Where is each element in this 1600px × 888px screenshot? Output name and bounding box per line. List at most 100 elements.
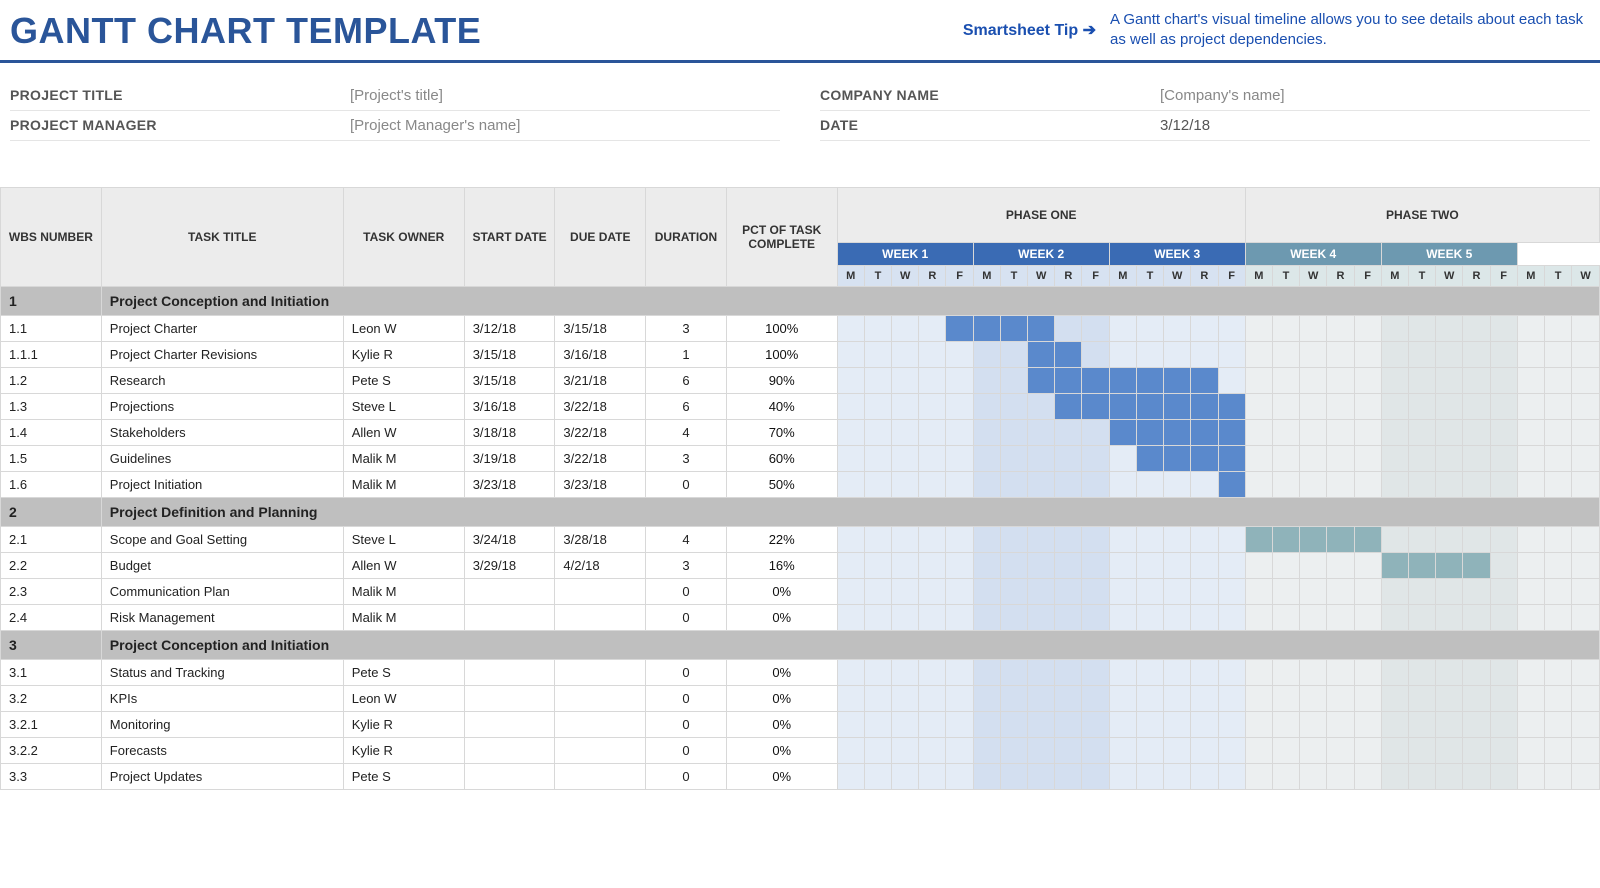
cell-owner[interactable]: Steve L: [343, 394, 464, 420]
cell-due[interactable]: [555, 686, 646, 712]
gantt-cell[interactable]: [1517, 527, 1544, 553]
gantt-cell[interactable]: [1082, 316, 1109, 342]
gantt-cell[interactable]: [892, 394, 919, 420]
gantt-cell[interactable]: [1436, 738, 1463, 764]
company-name-value[interactable]: [Company's name]: [1160, 87, 1285, 104]
project-title-value[interactable]: [Project's title]: [350, 87, 443, 104]
gantt-cell[interactable]: [1436, 316, 1463, 342]
gantt-cell[interactable]: [1109, 368, 1136, 394]
gantt-cell[interactable]: [864, 712, 891, 738]
gantt-cell[interactable]: [1218, 660, 1245, 686]
gantt-cell[interactable]: [1272, 686, 1299, 712]
gantt-cell[interactable]: [1544, 712, 1571, 738]
gantt-cell[interactable]: [1191, 394, 1218, 420]
gantt-cell[interactable]: [1245, 738, 1272, 764]
gantt-cell[interactable]: [919, 446, 946, 472]
gantt-cell[interactable]: [946, 605, 973, 631]
gantt-cell[interactable]: [1572, 712, 1600, 738]
gantt-cell[interactable]: [892, 660, 919, 686]
gantt-cell[interactable]: [1436, 420, 1463, 446]
gantt-cell[interactable]: [1082, 368, 1109, 394]
gantt-cell[interactable]: [1381, 472, 1408, 498]
gantt-cell[interactable]: [1000, 420, 1027, 446]
cell-duration[interactable]: 0: [646, 738, 727, 764]
gantt-cell[interactable]: [1055, 394, 1082, 420]
gantt-cell[interactable]: [1272, 420, 1299, 446]
cell-due[interactable]: [555, 579, 646, 605]
gantt-cell[interactable]: [1055, 472, 1082, 498]
cell-owner[interactable]: Steve L: [343, 527, 464, 553]
gantt-cell[interactable]: [1300, 527, 1327, 553]
gantt-cell[interactable]: [1463, 738, 1490, 764]
gantt-cell[interactable]: [1327, 764, 1354, 790]
cell-duration[interactable]: 0: [646, 660, 727, 686]
gantt-cell[interactable]: [1327, 660, 1354, 686]
cell-wbs[interactable]: 2.1: [1, 527, 102, 553]
gantt-cell[interactable]: [1028, 342, 1055, 368]
gantt-cell[interactable]: [1191, 553, 1218, 579]
gantt-cell[interactable]: [1000, 738, 1027, 764]
gantt-cell[interactable]: [1490, 316, 1517, 342]
table-row[interactable]: 1.2ResearchPete S3/15/183/21/18690%: [1, 368, 1600, 394]
gantt-cell[interactable]: [1028, 660, 1055, 686]
gantt-cell[interactable]: [946, 368, 973, 394]
gantt-cell[interactable]: [1272, 738, 1299, 764]
gantt-cell[interactable]: [1572, 686, 1600, 712]
gantt-cell[interactable]: [1245, 472, 1272, 498]
gantt-cell[interactable]: [1381, 764, 1408, 790]
gantt-cell[interactable]: [1517, 579, 1544, 605]
gantt-cell[interactable]: [1381, 527, 1408, 553]
gantt-cell[interactable]: [1245, 553, 1272, 579]
gantt-cell[interactable]: [1354, 764, 1381, 790]
section-row[interactable]: 3Project Conception and Initiation: [1, 631, 1600, 660]
gantt-cell[interactable]: [1408, 660, 1435, 686]
gantt-cell[interactable]: [973, 660, 1000, 686]
gantt-cell[interactable]: [892, 472, 919, 498]
gantt-cell[interactable]: [1517, 420, 1544, 446]
gantt-cell[interactable]: [1218, 686, 1245, 712]
gantt-cell[interactable]: [1490, 342, 1517, 368]
cell-owner[interactable]: Allen W: [343, 420, 464, 446]
gantt-cell[interactable]: [1191, 686, 1218, 712]
gantt-cell[interactable]: [864, 738, 891, 764]
cell-pct[interactable]: 0%: [726, 686, 837, 712]
gantt-cell[interactable]: [1572, 738, 1600, 764]
date-value[interactable]: 3/12/18: [1160, 117, 1210, 134]
gantt-cell[interactable]: [1164, 553, 1191, 579]
gantt-cell[interactable]: [1082, 472, 1109, 498]
gantt-cell[interactable]: [892, 553, 919, 579]
gantt-cell[interactable]: [919, 527, 946, 553]
cell-duration[interactable]: 6: [646, 394, 727, 420]
gantt-cell[interactable]: [837, 712, 864, 738]
gantt-cell[interactable]: [1327, 605, 1354, 631]
cell-wbs[interactable]: 1.1: [1, 316, 102, 342]
gantt-cell[interactable]: [1136, 605, 1163, 631]
gantt-cell[interactable]: [919, 472, 946, 498]
gantt-cell[interactable]: [1300, 686, 1327, 712]
gantt-cell[interactable]: [1381, 579, 1408, 605]
gantt-cell[interactable]: [1109, 686, 1136, 712]
gantt-cell[interactable]: [1272, 394, 1299, 420]
table-row[interactable]: 3.2.2ForecastsKylie R00%: [1, 738, 1600, 764]
gantt-cell[interactable]: [1109, 394, 1136, 420]
cell-pct[interactable]: 0%: [726, 579, 837, 605]
cell-pct[interactable]: 100%: [726, 316, 837, 342]
gantt-cell[interactable]: [1408, 738, 1435, 764]
gantt-cell[interactable]: [946, 738, 973, 764]
cell-duration[interactable]: 6: [646, 368, 727, 394]
gantt-cell[interactable]: [837, 605, 864, 631]
gantt-cell[interactable]: [1272, 368, 1299, 394]
table-row[interactable]: 3.3Project UpdatesPete S00%: [1, 764, 1600, 790]
gantt-cell[interactable]: [1109, 553, 1136, 579]
gantt-cell[interactable]: [1463, 579, 1490, 605]
gantt-cell[interactable]: [892, 316, 919, 342]
table-row[interactable]: 1.6Project InitiationMalik M3/23/183/23/…: [1, 472, 1600, 498]
gantt-cell[interactable]: [1572, 316, 1600, 342]
gantt-cell[interactable]: [1463, 605, 1490, 631]
cell-duration[interactable]: 0: [646, 712, 727, 738]
gantt-cell[interactable]: [946, 342, 973, 368]
gantt-cell[interactable]: [919, 764, 946, 790]
gantt-cell[interactable]: [1463, 420, 1490, 446]
gantt-cell[interactable]: [1490, 738, 1517, 764]
gantt-cell[interactable]: [1300, 579, 1327, 605]
